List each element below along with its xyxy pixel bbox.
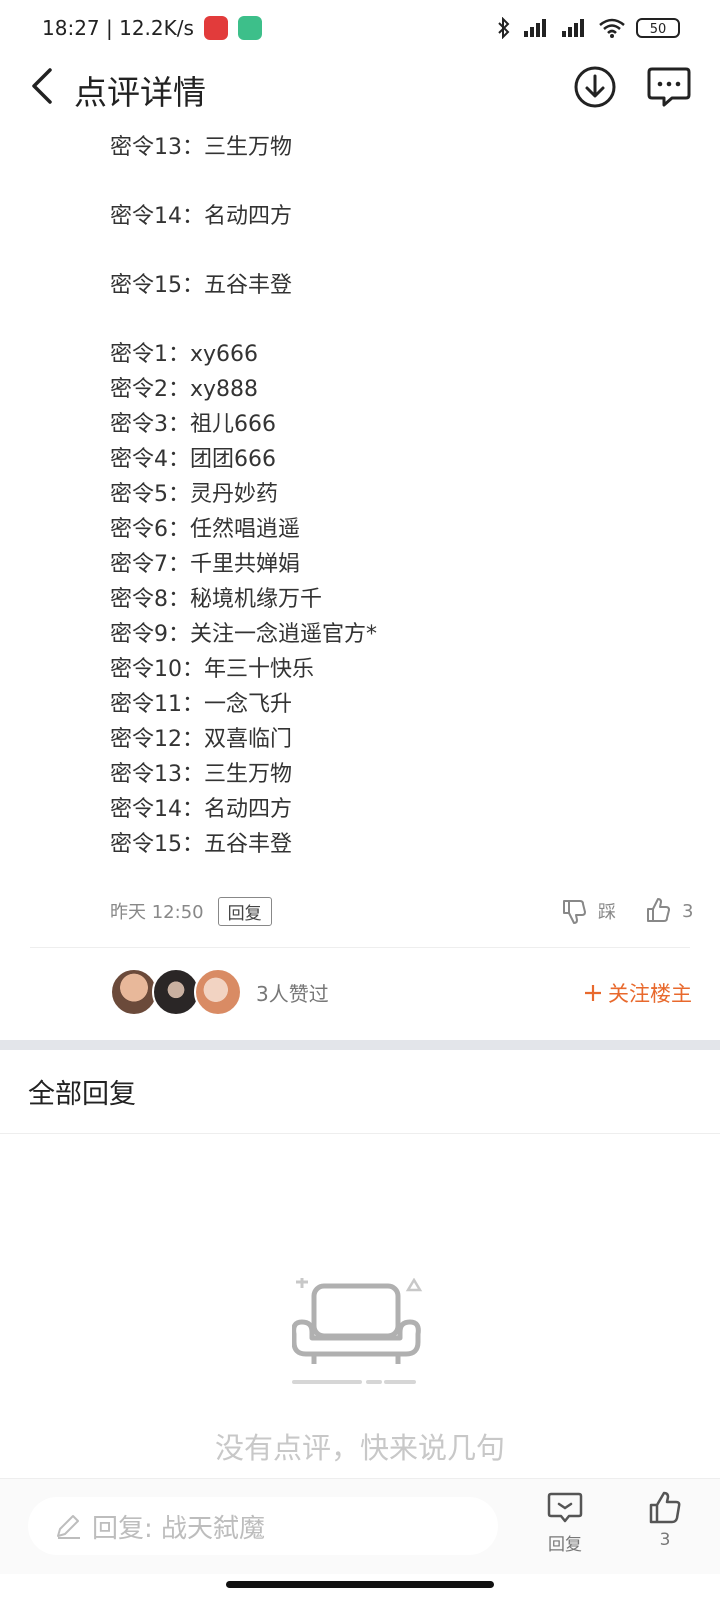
post-line: 密令11：一念飞升 [110, 692, 292, 717]
download-icon[interactable] [573, 65, 617, 109]
post-content: 密令13：三生万物 密令14：名动四方 密令15：五谷丰登 密令1：xy666 … [110, 130, 670, 862]
page-title: 点评详情 [74, 73, 206, 112]
post-line: 密令13：三生万物 [110, 762, 292, 787]
plus-icon [585, 985, 601, 1001]
status-bar: 18:27 | 12.2K/s 50 [0, 0, 720, 56]
app-notification-icon [237, 16, 262, 40]
post-line: 密令3：祖儿666 [110, 412, 276, 437]
post-line: 密令14：名动四方 [110, 204, 292, 229]
bottom-reply-label: 回复 [548, 1535, 582, 1555]
bottom-like-button[interactable]: 3 [635, 1491, 695, 1550]
status-right: 50 [496, 17, 680, 39]
comment-icon [547, 1492, 583, 1523]
post-line: 密令15：五谷丰登 [110, 273, 292, 298]
like-button[interactable]: 3 [644, 897, 693, 925]
all-replies-title: 全部回复 [28, 1079, 136, 1110]
top-nav-bar: 点评详情 [0, 56, 720, 116]
reply-button[interactable]: 回复 [217, 896, 272, 926]
status-time-speed: 18:27 | 12.2K/s [42, 16, 194, 40]
post-line: 密令1：xy666 [110, 342, 259, 367]
post-line: 密令5：灵丹妙药 [110, 482, 278, 507]
home-indicator [226, 1581, 494, 1588]
post-meta-row: 昨天 12:50 回复 踩 3 [110, 894, 693, 928]
avatar[interactable] [152, 968, 200, 1016]
bluetooth-icon [498, 17, 510, 39]
avatar[interactable] [194, 968, 242, 1016]
back-arrow-icon[interactable] [24, 66, 64, 106]
post-line: 密令13：三生万物 [110, 135, 292, 160]
bottom-like-count: 3 [659, 1530, 671, 1550]
divider [0, 1133, 720, 1134]
likers-row: 3人赞过 关注楼主 [110, 968, 692, 1016]
likers-count-text[interactable]: 3人赞过 [256, 978, 329, 1007]
post-line: 密令2：xy888 [110, 377, 259, 402]
post-line: 密令15：五谷丰登 [110, 832, 292, 857]
thumbs-up-icon [647, 898, 670, 922]
battery-indicator: 50 [636, 18, 680, 38]
bottom-reply-button[interactable]: 回复 [535, 1491, 595, 1555]
empty-state-text: 没有点评，快来说几句 [214, 1431, 505, 1465]
section-divider [0, 1040, 720, 1050]
status-left: 18:27 | 12.2K/s [42, 16, 262, 40]
post-line: 密令10：年三十快乐 [110, 657, 314, 682]
post-line: 密令6：任然唱逍遥 [110, 517, 300, 542]
dislike-label: 踩 [598, 902, 616, 923]
post-time: 昨天 12:50 [110, 902, 204, 923]
post-line: 密令9：关注一念逍遥官方* [110, 622, 377, 647]
follow-label: 关注楼主 [608, 982, 692, 1006]
post-line: 密令8：秘境机缘万千 [110, 587, 322, 612]
post-line: 密令4：团团666 [110, 447, 276, 472]
empty-sofa-icon [292, 1278, 423, 1384]
follow-author-button[interactable]: 关注楼主 [584, 978, 692, 1008]
signal-icon [562, 19, 584, 37]
message-icon[interactable] [646, 65, 692, 109]
reply-input-placeholder: 回复: 战天弑魔 [92, 1513, 266, 1544]
avatar[interactable] [110, 968, 158, 1016]
pencil-icon [57, 1515, 80, 1539]
signal-icon [524, 19, 546, 37]
dislike-button[interactable]: 踩 [560, 897, 616, 925]
post-line: 密令12：双喜临门 [110, 727, 292, 752]
wifi-icon [599, 18, 625, 38]
post-line: 密令14：名动四方 [110, 797, 292, 822]
thumbs-up-icon [649, 1491, 681, 1524]
divider [30, 947, 690, 948]
thumbs-down-icon [563, 900, 586, 924]
post-line: 密令7：千里共婵娟 [110, 552, 300, 577]
like-count: 3 [682, 900, 694, 922]
reply-input[interactable]: 回复: 战天弑魔 [28, 1497, 498, 1555]
bottom-bar: 回复: 战天弑魔 回复 3 [0, 1478, 720, 1574]
app-notification-icon [203, 16, 228, 40]
